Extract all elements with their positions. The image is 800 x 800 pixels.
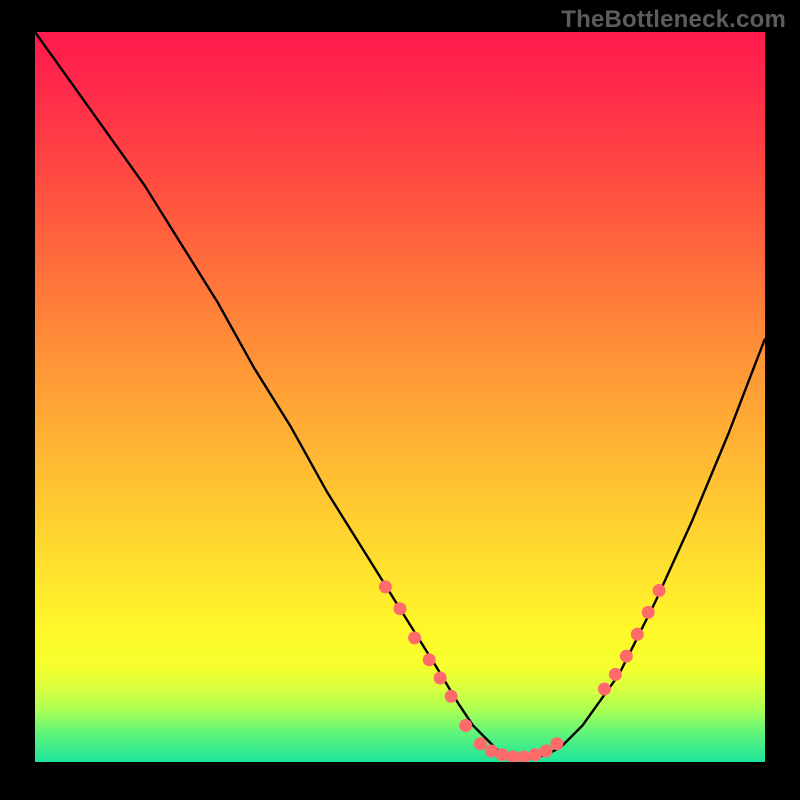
marker-dot — [550, 737, 563, 750]
marker-dot — [642, 606, 655, 619]
marker-dot — [445, 690, 458, 703]
marker-dot — [609, 668, 622, 681]
watermark-label: TheBottleneck.com — [561, 6, 786, 34]
marker-dot — [394, 602, 407, 615]
marker-dot — [631, 628, 644, 641]
marker-dot — [423, 653, 436, 666]
bottleneck-curve — [35, 32, 765, 758]
marker-dot — [518, 750, 531, 762]
plot-area — [35, 32, 765, 762]
curve-layer — [35, 32, 765, 762]
marker-dot — [408, 631, 421, 644]
marker-dot — [540, 745, 553, 758]
marker-dot — [434, 672, 447, 685]
marker-dot — [620, 650, 633, 663]
chart-frame: TheBottleneck.com — [0, 0, 800, 800]
marker-dot — [598, 683, 611, 696]
highlight-dots — [379, 580, 666, 762]
marker-dot — [474, 737, 487, 750]
marker-dot — [379, 580, 392, 593]
marker-dot — [496, 748, 509, 761]
marker-dot — [459, 719, 472, 732]
marker-dot — [653, 584, 666, 597]
